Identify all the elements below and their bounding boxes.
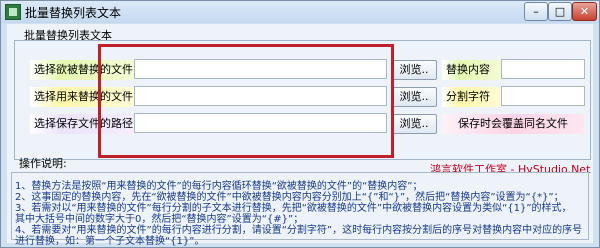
client-area: 批量替换列表文本 选择欲被替换的文件 浏览.. 替换内容 选择用来替换的文件 浏… [7, 24, 593, 247]
instructions-title: 操作说明: [19, 157, 67, 170]
maximize-button[interactable]: □ [548, 2, 572, 21]
app-icon [5, 4, 21, 20]
split-char-input[interactable] [501, 86, 585, 106]
browse-save-button[interactable]: 浏览.. [391, 114, 437, 134]
browse-replacement-button[interactable]: 浏览.. [391, 87, 437, 107]
browse-source-button[interactable]: 浏览.. [391, 60, 437, 80]
window-title: 批量替换列表文本 [25, 6, 122, 20]
label-replace-content: 替换内容 [442, 60, 501, 80]
replace-content-input[interactable] [501, 59, 585, 79]
close-button[interactable]: ✕ [572, 2, 597, 21]
label-split-char: 分割字符 [442, 87, 501, 107]
minimize-button[interactable]: – [524, 2, 548, 21]
overwrite-notice: 保存时会覆盖同名文件 [442, 114, 584, 134]
instruction-line: 进行替换，如：第一个子文本替换“{1}”。 [15, 236, 205, 247]
title-bar[interactable]: 批量替换列表文本 – □ ✕ [1, 1, 599, 23]
main-window: 批量替换列表文本 – □ ✕ 批量替换列表文本 选择欲被替换的文件 浏览.. 替… [0, 0, 600, 248]
instructions-panel: 1、替换方法是按照“用来替换的文件”的每行内容循环替换“欲被替换的文件”的“替换… [11, 172, 589, 247]
highlight-frame [98, 44, 394, 158]
